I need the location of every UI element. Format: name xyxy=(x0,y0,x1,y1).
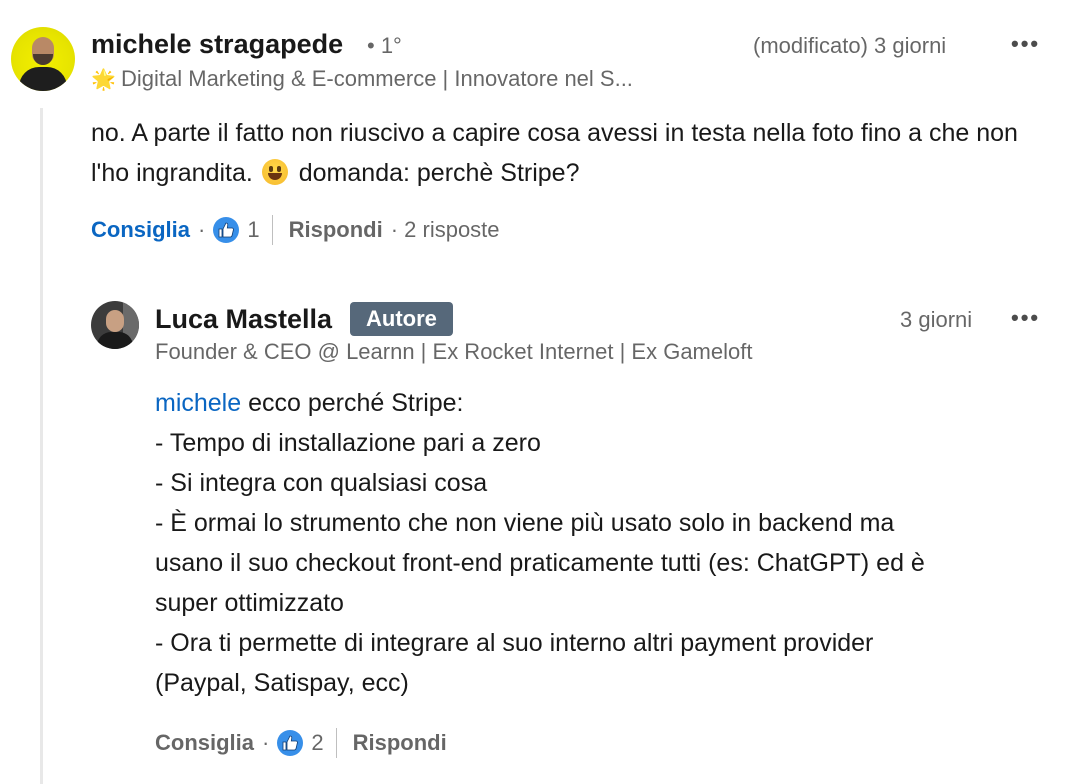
mention-link[interactable]: michele xyxy=(155,389,241,417)
avatar-body xyxy=(19,67,67,91)
reply-text-line: usano il suo checkout front-end praticam… xyxy=(155,549,925,577)
reply-text-line: (Paypal, Satispay, ecc) xyxy=(155,669,409,697)
like-button[interactable]: Consiglia xyxy=(91,217,190,243)
thread-line xyxy=(40,108,43,784)
comment-text: no. A parte il fatto non riuscivo a capi… xyxy=(91,113,1051,193)
reply-text-line: super ottimizzato xyxy=(155,589,344,617)
comment-author-name[interactable]: michele stragapede xyxy=(91,29,343,60)
reaction-count[interactable]: 2 xyxy=(311,730,323,756)
like-button[interactable]: Consiglia xyxy=(155,730,254,756)
like-reaction-icon[interactable] xyxy=(213,217,240,243)
comment-text-part2: domanda: perchè Stripe? xyxy=(298,159,580,187)
action-divider xyxy=(271,215,273,245)
author-headline-text: Digital Marketing & E-commerce | Innovat… xyxy=(121,66,633,91)
connection-degree: • 1° xyxy=(367,33,402,58)
action-divider xyxy=(335,728,337,758)
avatar[interactable] xyxy=(11,27,75,91)
reply-button[interactable]: Rispondi xyxy=(289,217,383,243)
replies-count-link[interactable]: · 2 risposte xyxy=(391,217,500,243)
author-badge: Autore xyxy=(350,302,453,336)
reply-text-line: - Si integra con qualsiasi cosa xyxy=(155,469,488,497)
more-options-icon[interactable]: ••• xyxy=(1011,31,1040,57)
reply-author-name[interactable]: Luca Mastella xyxy=(155,304,332,335)
reply-text-line: - Ora ti permette di integrare al suo in… xyxy=(155,629,874,657)
reply-timestamp: 3 giorni xyxy=(900,307,973,332)
author-headline: 🌟 Digital Marketing & E-commerce | Innova… xyxy=(91,66,633,92)
separator-dot: · xyxy=(198,217,206,242)
reply-text-line: - È ormai lo strumento che non viene più… xyxy=(155,509,895,537)
reaction-count[interactable]: 1 xyxy=(247,217,259,243)
reply-actions: Consiglia · 2 Rispondi xyxy=(155,726,447,760)
reply-text: michele ecco perché Stripe: - Tempo di i… xyxy=(155,383,1075,703)
comment-actions: Consiglia · 1 Rispondi · 2 risposte xyxy=(91,213,500,247)
avatar-beard xyxy=(33,54,53,65)
reply-avatar[interactable] xyxy=(91,301,139,349)
like-reaction-icon[interactable] xyxy=(277,730,304,756)
reply-button[interactable]: Rispondi xyxy=(353,730,447,756)
comment-timestamp: (modificato) 3 giorni xyxy=(753,33,947,58)
glowing-star-icon: 🌟 xyxy=(91,69,116,91)
separator-dot: · xyxy=(262,730,270,755)
grinning-face-emoji-icon xyxy=(261,159,288,185)
reply-author-headline: Founder & CEO @ Learnn | Ex Rocket Inter… xyxy=(155,339,753,364)
reply-text-line: michele ecco perché Stripe: xyxy=(155,383,1075,423)
reply-text-line: - Tempo di installazione pari a zero xyxy=(155,429,541,457)
avatar-head xyxy=(106,310,124,332)
reply-text-intro: ecco perché Stripe: xyxy=(241,389,464,417)
avatar-body xyxy=(97,332,133,349)
more-options-icon[interactable]: ••• xyxy=(1011,305,1040,331)
